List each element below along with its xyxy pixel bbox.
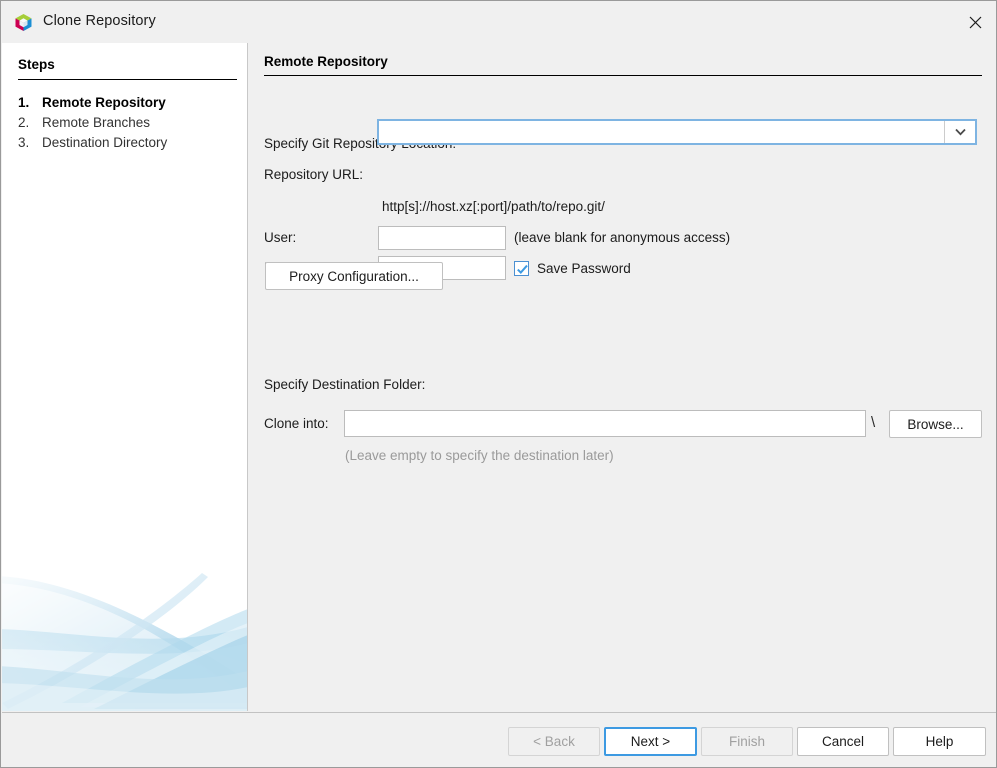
steps-list: 1. Remote Repository 2. Remote Branches … (18, 93, 243, 153)
next-button[interactable]: Next > (604, 727, 697, 756)
checkmark-icon (516, 263, 529, 276)
repository-url-hint: http[s]://host.xz[:port]/path/to/repo.gi… (382, 199, 605, 214)
step-label: Remote Branches (42, 113, 150, 133)
destination-section-label: Specify Destination Folder: (264, 377, 425, 392)
sidebar-step-remote-branches: 2. Remote Branches (18, 113, 243, 133)
steps-divider (18, 79, 237, 80)
user-input[interactable] (378, 226, 506, 250)
close-icon[interactable] (952, 1, 997, 43)
dialog-footer: < Back Next > Finish Cancel Help (2, 712, 997, 768)
repository-url-combobox[interactable] (377, 119, 977, 145)
step-label: Remote Repository (42, 93, 166, 113)
step-number: 1. (18, 93, 42, 113)
window-title: Clone Repository (43, 13, 156, 29)
path-separator-glyph: \ (871, 415, 875, 430)
cancel-button[interactable]: Cancel (797, 727, 889, 756)
back-button[interactable]: < Back (508, 727, 600, 756)
destination-hint: (Leave empty to specify the destination … (345, 448, 614, 463)
sidebar-step-destination-directory: 3. Destination Directory (18, 133, 243, 153)
proxy-configuration-button[interactable]: Proxy Configuration... (265, 262, 443, 290)
steps-heading: Steps (18, 57, 55, 72)
sidebar-step-remote-repository: 1. Remote Repository (18, 93, 243, 113)
browse-button[interactable]: Browse... (889, 410, 982, 438)
clone-into-label: Clone into: (264, 416, 329, 431)
clone-repository-dialog: Clone Repository Steps 1. Remote Reposit… (0, 0, 997, 768)
step-number: 3. (18, 133, 42, 153)
user-label: User: (264, 230, 296, 245)
main-panel: Remote Repository Specify Git Repository… (249, 43, 997, 711)
steps-sidebar: Steps 1. Remote Repository 2. Remote Bra… (2, 43, 248, 711)
step-label: Destination Directory (42, 133, 167, 153)
repository-url-label: Repository URL: (264, 167, 363, 182)
title-bar: Clone Repository (1, 1, 997, 43)
save-password-label: Save Password (537, 261, 631, 276)
save-password-checkbox-group[interactable]: Save Password (514, 258, 631, 278)
netbeans-cube-icon (14, 13, 33, 32)
step-number: 2. (18, 113, 42, 133)
clone-into-input[interactable] (344, 410, 866, 437)
user-hint: (leave blank for anonymous access) (514, 230, 730, 245)
panel-divider (264, 75, 982, 76)
chevron-down-icon[interactable] (944, 121, 975, 143)
page-title: Remote Repository (264, 54, 388, 69)
finish-button[interactable]: Finish (701, 727, 793, 756)
repository-url-input[interactable] (379, 121, 944, 143)
help-button[interactable]: Help (893, 727, 986, 756)
decorative-swoosh-graphic (2, 531, 248, 711)
save-password-checkbox[interactable] (514, 261, 529, 276)
